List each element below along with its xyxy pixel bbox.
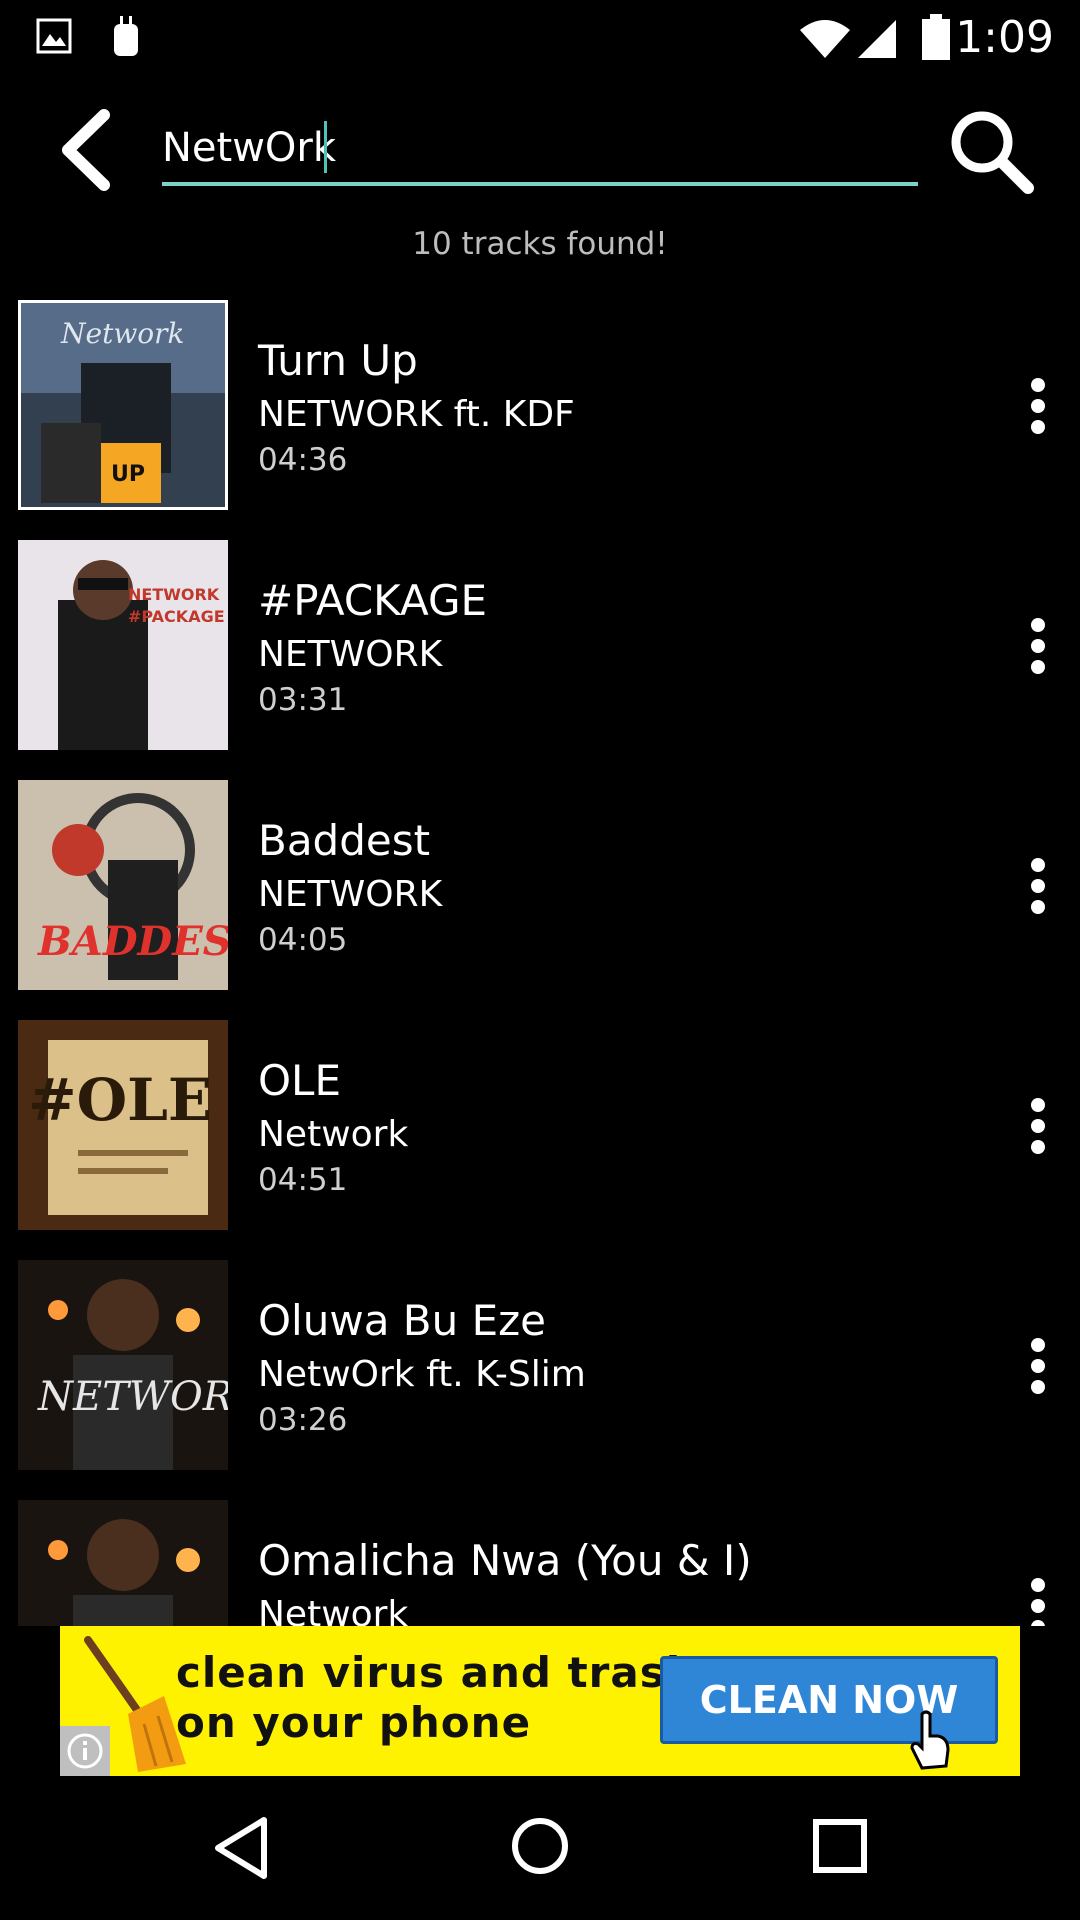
track-duration: 03:26 bbox=[258, 1402, 348, 1438]
ad-banner[interactable]: clean virus and trash on your phone CLEA… bbox=[60, 1626, 1020, 1776]
album-cover: UP Network bbox=[18, 300, 228, 510]
svg-text:NETWORK: NETWORK bbox=[128, 585, 220, 604]
ad-info-button[interactable] bbox=[60, 1726, 110, 1776]
album-cover: NETWORK bbox=[18, 1260, 228, 1470]
more-options-button[interactable] bbox=[1020, 856, 1060, 916]
album-cover: NETWORK #PACKAGE bbox=[18, 540, 228, 750]
status-bar: 1:09 bbox=[0, 0, 1080, 76]
track-title: OLE bbox=[258, 1056, 341, 1105]
more-dot bbox=[1031, 1140, 1045, 1154]
signal-icon bbox=[858, 20, 896, 58]
track-item[interactable]: NETWORK #PACKAGE #PACKAGE NETWORK 03:31 bbox=[0, 540, 1080, 780]
track-duration: 04:05 bbox=[258, 922, 348, 958]
hand-cursor-icon bbox=[910, 1710, 950, 1770]
track-artist: Network bbox=[258, 1114, 409, 1155]
back-arrow-icon bbox=[62, 109, 110, 191]
track-artist: NetwOrk ft. K-Slim bbox=[258, 1354, 586, 1395]
info-icon bbox=[67, 1733, 103, 1769]
status-time: 1:09 bbox=[955, 12, 1054, 63]
track-item[interactable]: #OLE OLE Network 04:51 bbox=[0, 1020, 1080, 1260]
search-input[interactable] bbox=[162, 115, 918, 181]
more-dot bbox=[1031, 1359, 1045, 1373]
track-title: Oluwa Bu Eze bbox=[258, 1296, 546, 1345]
track-duration: 03:31 bbox=[258, 682, 348, 718]
ad-text: clean virus and trash on your phone bbox=[176, 1648, 697, 1748]
app-notification-icon bbox=[114, 16, 138, 56]
more-options-button[interactable] bbox=[1020, 1576, 1060, 1626]
track-duration: 04:51 bbox=[258, 1162, 348, 1198]
svg-text:UP: UP bbox=[111, 462, 145, 487]
more-dot bbox=[1031, 1578, 1045, 1592]
track-list[interactable]: UP Network Turn Up NETWORK ft. KDF 04:36… bbox=[0, 300, 1080, 1626]
track-title: #PACKAGE bbox=[258, 576, 488, 625]
result-count: 10 tracks found! bbox=[412, 226, 668, 262]
more-dot bbox=[1031, 1620, 1045, 1626]
track-artist: NETWORK bbox=[258, 874, 443, 915]
nav-recents-icon[interactable] bbox=[812, 1818, 868, 1874]
svg-text:#PACKAGE: #PACKAGE bbox=[128, 607, 225, 626]
more-dot bbox=[1031, 618, 1045, 632]
more-dot bbox=[1031, 378, 1045, 392]
svg-text:Network: Network bbox=[60, 317, 185, 350]
track-item[interactable]: NETWORK Oluwa Bu Eze NetwOrk ft. K-Slim … bbox=[0, 1260, 1080, 1500]
more-dot bbox=[1031, 858, 1045, 872]
navigation-bar bbox=[0, 1776, 1080, 1920]
more-dot bbox=[1031, 639, 1045, 653]
more-dot bbox=[1031, 660, 1045, 674]
track-artist: Network bbox=[258, 1594, 409, 1626]
track-item[interactable]: Omalicha Nwa (You & I) Network bbox=[0, 1500, 1080, 1626]
more-dot bbox=[1031, 399, 1045, 413]
search-button[interactable] bbox=[944, 104, 1036, 196]
track-title: Turn Up bbox=[258, 336, 418, 385]
nav-back-icon[interactable] bbox=[212, 1816, 272, 1880]
gallery-icon bbox=[36, 18, 72, 54]
track-title: Baddest bbox=[258, 816, 431, 865]
nav-home-icon[interactable] bbox=[510, 1816, 570, 1876]
track-item[interactable]: BADDEST Baddest NETWORK 04:05 bbox=[0, 780, 1080, 1020]
track-duration: 04:36 bbox=[258, 442, 348, 478]
ad-text-line: on your phone bbox=[176, 1698, 532, 1747]
more-dot bbox=[1031, 879, 1045, 893]
wifi-icon bbox=[800, 20, 850, 58]
back-button[interactable] bbox=[54, 105, 124, 195]
album-cover bbox=[18, 1500, 228, 1626]
search-field[interactable] bbox=[162, 115, 918, 186]
more-dot bbox=[1031, 1599, 1045, 1613]
battery-icon bbox=[922, 14, 950, 60]
search-underline bbox=[162, 182, 918, 186]
more-options-button[interactable] bbox=[1020, 1096, 1060, 1156]
more-dot bbox=[1031, 420, 1045, 434]
album-cover: BADDEST bbox=[18, 780, 228, 990]
more-options-button[interactable] bbox=[1020, 616, 1060, 676]
ad-text-line: clean virus and trash bbox=[176, 1648, 697, 1697]
track-item[interactable]: UP Network Turn Up NETWORK ft. KDF 04:36 bbox=[0, 300, 1080, 540]
more-dot bbox=[1031, 1338, 1045, 1352]
more-dot bbox=[1031, 1119, 1045, 1133]
more-dot bbox=[1031, 900, 1045, 914]
svg-text:#OLE: #OLE bbox=[28, 1066, 212, 1134]
svg-text:BADDEST: BADDEST bbox=[37, 918, 228, 965]
search-icon bbox=[951, 111, 1034, 194]
track-artist: NETWORK ft. KDF bbox=[258, 394, 575, 435]
text-cursor bbox=[324, 121, 327, 173]
track-artist: NETWORK bbox=[258, 634, 443, 675]
more-dot bbox=[1031, 1098, 1045, 1112]
more-options-button[interactable] bbox=[1020, 1336, 1060, 1396]
more-options-button[interactable] bbox=[1020, 376, 1060, 436]
track-title: Omalicha Nwa (You & I) bbox=[258, 1536, 752, 1585]
album-cover: #OLE bbox=[18, 1020, 228, 1230]
more-dot bbox=[1031, 1380, 1045, 1394]
svg-text:NETWORK: NETWORK bbox=[37, 1374, 228, 1420]
